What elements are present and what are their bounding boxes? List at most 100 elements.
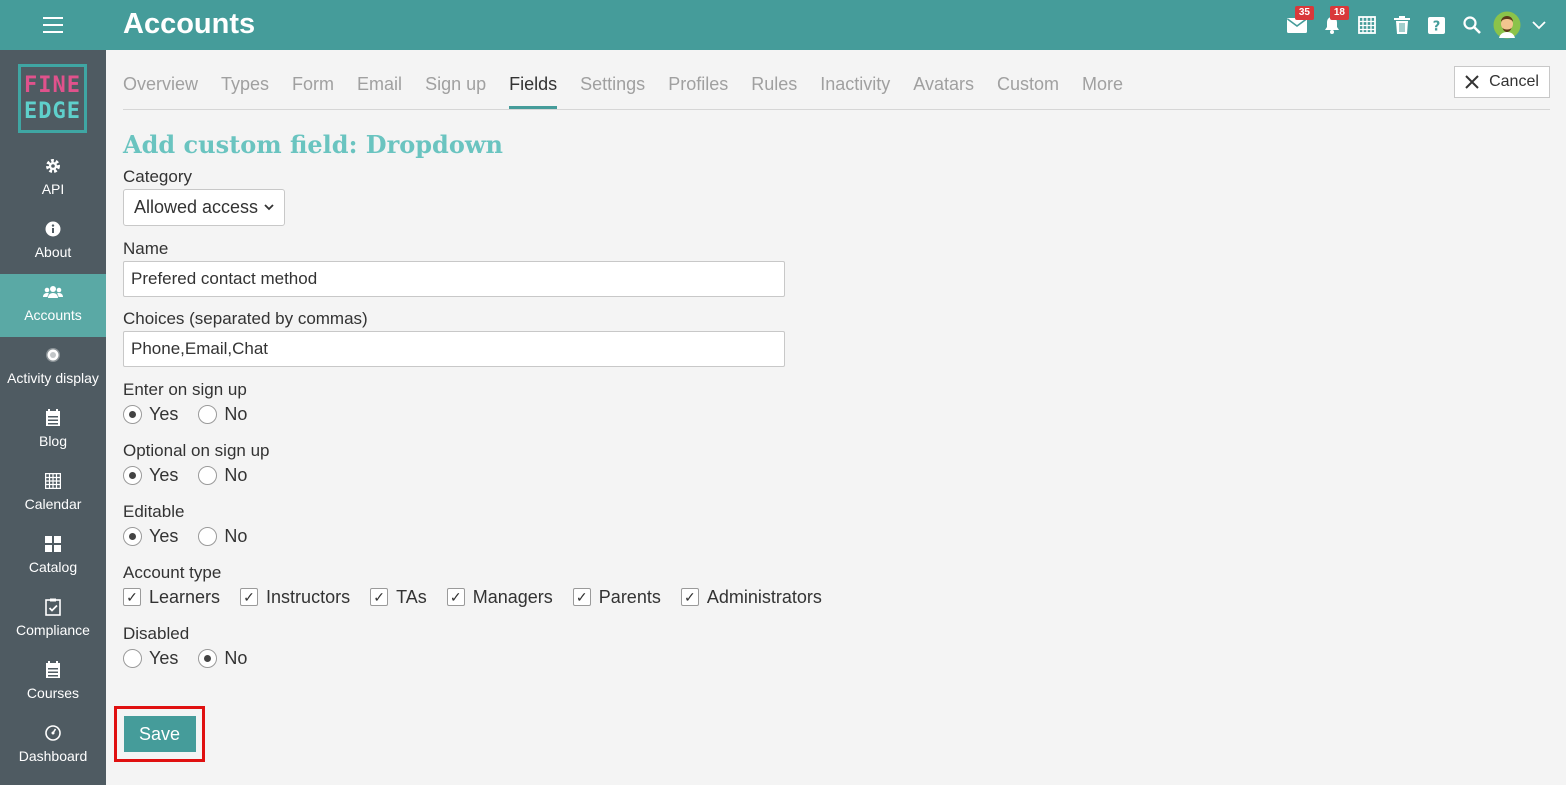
cancel-button-label: Cancel xyxy=(1489,73,1539,90)
help-button[interactable]: ? xyxy=(1419,0,1454,50)
messages-badge: 35 xyxy=(1294,6,1314,20)
help-icon: ? xyxy=(1428,16,1445,34)
calendar-button[interactable] xyxy=(1349,0,1384,50)
optional-on-signup-yes[interactable]: Yes xyxy=(123,465,178,486)
page-header-title: Accounts xyxy=(123,8,256,40)
tab-fields[interactable]: Fields xyxy=(509,74,558,109)
checkbox[interactable]: ✓ xyxy=(680,588,699,606)
sidebar-item-activity-display[interactable]: Activity display xyxy=(0,337,106,400)
sidebar-nav: API About Accounts Activity display Blog xyxy=(0,148,106,778)
checkbox[interactable]: ✓ xyxy=(446,588,465,606)
tab-bar: Overview Types Form Email Sign up Fields… xyxy=(123,50,1550,110)
tab-overview[interactable]: Overview xyxy=(123,74,198,109)
hamburger-icon xyxy=(43,17,63,33)
radio-button[interactable] xyxy=(198,404,218,424)
checkbox[interactable]: ✓ xyxy=(572,588,591,606)
account-type-administrators[interactable]: ✓ Administrators xyxy=(680,587,822,608)
gear-icon xyxy=(43,156,63,176)
optional-on-signup-label: Optional on sign up xyxy=(123,441,270,460)
radio-button[interactable] xyxy=(123,648,142,668)
header-toolbar: 35 18 ? xyxy=(1279,0,1566,50)
chevron-down-icon xyxy=(264,204,274,211)
editable-label: Editable xyxy=(123,502,185,521)
radio-button[interactable] xyxy=(198,465,218,485)
choices-field[interactable] xyxy=(123,331,785,367)
name-field[interactable] xyxy=(123,261,785,297)
account-type-instructors[interactable]: ✓ Instructors xyxy=(240,587,350,608)
tab-profiles[interactable]: Profiles xyxy=(668,74,728,109)
menu-toggle-button[interactable] xyxy=(0,0,106,50)
courses-icon xyxy=(43,660,63,680)
category-label: Category xyxy=(123,167,192,186)
sidebar-item-courses[interactable]: Courses xyxy=(0,652,106,715)
grid-icon xyxy=(43,534,63,554)
checkbox[interactable]: ✓ xyxy=(240,588,259,606)
category-select-value: Allowed access xyxy=(134,197,259,217)
sidebar-item-blog[interactable]: Blog xyxy=(0,400,106,463)
tab-sign-up[interactable]: Sign up xyxy=(425,74,486,109)
account-menu-toggle[interactable] xyxy=(1524,0,1554,50)
disabled-label: Disabled xyxy=(123,624,190,643)
sidebar-item-calendar[interactable]: Calendar xyxy=(0,463,106,526)
sidebar-item-compliance[interactable]: Compliance xyxy=(0,589,106,652)
save-button[interactable]: Save xyxy=(123,716,196,752)
sidebar-item-accounts[interactable]: Accounts xyxy=(0,274,106,337)
tab-settings[interactable]: Settings xyxy=(580,74,645,109)
category-select[interactable]: Allowed access xyxy=(123,189,285,226)
account-type-tas[interactable]: ✓ TAs xyxy=(370,587,427,608)
checkbox[interactable]: ✓ xyxy=(123,588,141,606)
avatar[interactable] xyxy=(1489,0,1524,50)
sidebar-item-dashboard[interactable]: Dashboard xyxy=(0,715,106,778)
name-group: Name xyxy=(123,239,1550,297)
tab-form[interactable]: Form xyxy=(292,74,334,109)
tab-custom[interactable]: Custom xyxy=(997,74,1059,109)
enter-on-signup-group: Enter on sign up Yes No xyxy=(123,380,1550,426)
search-icon xyxy=(1462,16,1481,34)
save-highlight: Save xyxy=(114,706,205,762)
account-type-managers[interactable]: ✓ Managers xyxy=(446,587,553,608)
tab-inactivity[interactable]: Inactivity xyxy=(820,74,890,109)
radio-button[interactable] xyxy=(123,465,142,485)
account-type-parents[interactable]: ✓ Parents xyxy=(572,587,661,608)
sidebar-item-api[interactable]: API xyxy=(0,148,106,211)
tab-email[interactable]: Email xyxy=(357,74,402,109)
messages-button[interactable]: 35 xyxy=(1279,0,1314,50)
disabled-no[interactable]: No xyxy=(198,648,247,669)
radio-button[interactable] xyxy=(123,404,142,424)
dashboard-icon xyxy=(43,723,63,743)
enter-on-signup-yes[interactable]: Yes xyxy=(123,404,178,425)
trash-button[interactable] xyxy=(1384,0,1419,50)
tab-rules[interactable]: Rules xyxy=(751,74,797,109)
disabled-yes[interactable]: Yes xyxy=(123,648,178,669)
editable-yes[interactable]: Yes xyxy=(123,526,178,547)
main-content: Overview Types Form Email Sign up Fields… xyxy=(114,50,1550,762)
cancel-button[interactable]: Cancel xyxy=(1454,66,1550,98)
radio-button[interactable] xyxy=(123,526,142,546)
notifications-button[interactable]: 18 xyxy=(1314,0,1349,50)
sidebar-item-about[interactable]: About xyxy=(0,211,106,274)
avatar-image xyxy=(1493,11,1520,39)
radio-button[interactable] xyxy=(198,648,218,668)
enter-on-signup-no[interactable]: No xyxy=(198,404,247,425)
tab-types[interactable]: Types xyxy=(221,74,269,109)
optional-on-signup-no[interactable]: No xyxy=(198,465,247,486)
sidebar-item-catalog[interactable]: Catalog xyxy=(0,526,106,589)
checkbox[interactable]: ✓ xyxy=(370,588,389,606)
editable-no[interactable]: No xyxy=(198,526,247,547)
fine-edge-logo[interactable]: FINE EDGE xyxy=(18,64,87,133)
disabled-group: Disabled Yes No xyxy=(123,624,1550,670)
clipboard-check-icon xyxy=(43,597,63,617)
account-type-learners[interactable]: ✓ Learners xyxy=(123,587,220,608)
tab-avatars[interactable]: Avatars xyxy=(913,74,974,109)
custom-field-form: Category Allowed access Name Choices (se… xyxy=(114,167,1550,762)
close-icon xyxy=(1465,75,1479,89)
page-title: Add custom field: Dropdown xyxy=(123,130,503,159)
chevron-down-icon xyxy=(1532,20,1546,29)
notifications-badge: 18 xyxy=(1329,6,1349,20)
radio-dot-icon xyxy=(43,345,63,365)
account-type-label: Account type xyxy=(123,563,222,582)
search-button[interactable] xyxy=(1454,0,1489,50)
radio-button[interactable] xyxy=(198,526,218,546)
choices-label: Choices (separated by commas) xyxy=(123,309,368,328)
tab-more[interactable]: More xyxy=(1082,74,1123,109)
